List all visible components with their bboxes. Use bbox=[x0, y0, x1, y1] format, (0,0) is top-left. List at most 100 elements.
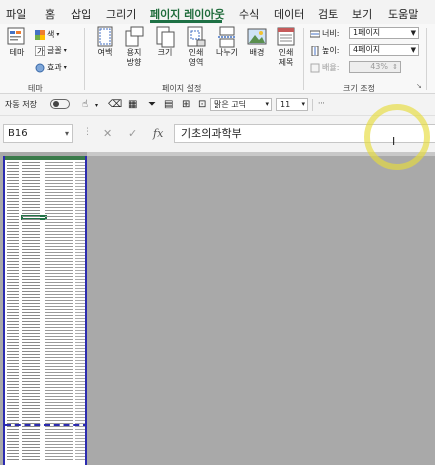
sheet-cell bbox=[22, 255, 40, 256]
sheet-cell bbox=[45, 246, 73, 247]
sheet-cell bbox=[45, 186, 73, 187]
sheet-cell bbox=[7, 381, 19, 382]
sheet-cell bbox=[75, 246, 85, 247]
width-select[interactable]: 1페이지 ▼ bbox=[349, 27, 419, 39]
freeze-icon[interactable]: ⊞ bbox=[182, 99, 190, 110]
sheet-cell bbox=[22, 402, 40, 403]
font-size-select[interactable]: 11 ▾ bbox=[276, 98, 308, 111]
sheet-cell bbox=[7, 363, 19, 364]
autosave-toggle[interactable] bbox=[50, 99, 70, 109]
sheet-row bbox=[5, 453, 85, 455]
sheet-cell bbox=[45, 372, 73, 373]
dialog-launcher-icon[interactable]: ↘ bbox=[416, 82, 422, 90]
sheet-row bbox=[5, 204, 85, 206]
insert-function-icon[interactable]: fx bbox=[153, 127, 163, 140]
sheet-cell bbox=[75, 231, 85, 232]
margins-label: 여백 bbox=[97, 48, 113, 57]
customize-qat-icon[interactable]: ⋯ bbox=[318, 99, 325, 107]
sheet-cell bbox=[45, 234, 73, 235]
sheet-cell bbox=[22, 180, 40, 181]
sheet-cell bbox=[7, 351, 19, 352]
size-button[interactable]: 크기 bbox=[150, 26, 180, 58]
colors-button[interactable]: 색 ▾ bbox=[35, 29, 59, 40]
orientation-button[interactable]: 용지 방향 bbox=[119, 26, 149, 68]
sheet-row bbox=[5, 243, 85, 245]
sheet-cell bbox=[75, 168, 85, 169]
effects-button[interactable]: 효과 ▾ bbox=[35, 62, 67, 73]
table-icon[interactable]: ▤ bbox=[164, 99, 173, 110]
chevron-down-icon: ▾ bbox=[301, 100, 305, 108]
sheet-cell bbox=[45, 165, 73, 166]
sheet-cell bbox=[75, 249, 85, 250]
sheet-cell bbox=[45, 168, 73, 169]
sheet-cell bbox=[45, 339, 73, 340]
sheet-cell bbox=[7, 201, 19, 202]
print-area-icon bbox=[185, 26, 207, 48]
text-wrap-icon[interactable]: ⊡ bbox=[198, 99, 206, 110]
sheet-row bbox=[5, 411, 85, 413]
sheet-cell bbox=[7, 423, 19, 424]
sheet-cell bbox=[22, 210, 40, 211]
print-area-button[interactable]: 인쇄 영역 bbox=[181, 26, 211, 68]
sheet-cell bbox=[45, 396, 73, 397]
grid-icon[interactable]: ▦ bbox=[128, 99, 137, 110]
sheet-row bbox=[5, 447, 85, 449]
print-titles-button[interactable]: 인쇄 제목 bbox=[271, 26, 301, 68]
clear-format-icon[interactable]: ⌫ bbox=[108, 99, 122, 110]
margins-button[interactable]: 여백 bbox=[90, 26, 120, 58]
sheet-cell bbox=[45, 357, 73, 358]
sheet-cell bbox=[75, 186, 85, 187]
sheet-cell bbox=[75, 363, 85, 364]
sheet-cell bbox=[45, 417, 73, 418]
sheet-cell bbox=[45, 303, 73, 304]
sheet-cell bbox=[22, 336, 40, 337]
sheet-cell bbox=[45, 213, 73, 214]
sheet-cell bbox=[75, 204, 85, 205]
sheet-cell bbox=[22, 261, 40, 262]
sheet-cell bbox=[7, 312, 19, 313]
sheet-row bbox=[5, 219, 85, 221]
sheet-cell bbox=[75, 321, 85, 322]
sheet-cell bbox=[22, 201, 40, 202]
sheet-cell bbox=[7, 294, 19, 295]
sheet-cell bbox=[22, 351, 40, 352]
breaks-button[interactable]: 나누기 bbox=[212, 26, 242, 58]
touch-mode-icon[interactable]: ☝ bbox=[82, 99, 88, 110]
sheet-cell bbox=[75, 219, 85, 220]
cancel-icon[interactable]: ✕ bbox=[103, 127, 112, 140]
sheet-row bbox=[5, 165, 85, 167]
sheet-cell bbox=[75, 327, 85, 328]
height-select[interactable]: 4페이지 ▼ bbox=[349, 44, 419, 56]
sheet-row bbox=[5, 216, 85, 218]
sheet-cell bbox=[22, 426, 40, 427]
sheet-row bbox=[5, 333, 85, 335]
sheet-cell bbox=[7, 279, 19, 280]
print-page-preview[interactable] bbox=[3, 156, 87, 465]
sheet-cell bbox=[45, 321, 73, 322]
enter-icon[interactable]: ✓ bbox=[128, 127, 137, 140]
font-name-select[interactable]: 맑은 고딕 ▾ bbox=[210, 98, 272, 111]
sheet-cell bbox=[7, 378, 19, 379]
sheet-row bbox=[5, 246, 85, 248]
sheet-cell bbox=[75, 192, 85, 193]
name-box[interactable]: B16 ▾ bbox=[3, 124, 73, 143]
sheet-cell bbox=[7, 285, 19, 286]
sheet-cell bbox=[7, 435, 19, 436]
sheet-cell bbox=[45, 309, 73, 310]
name-box-value: B16 bbox=[8, 128, 28, 139]
colors-label: 색 bbox=[47, 30, 55, 39]
themes-button[interactable]: 테마 bbox=[2, 26, 32, 58]
chevron-down-icon[interactable]: ▾ bbox=[95, 102, 98, 109]
sheet-row bbox=[5, 222, 85, 224]
sheet-cell bbox=[22, 213, 40, 214]
more-options-icon[interactable]: ⋮ bbox=[83, 127, 92, 137]
filter-icon[interactable]: ⏷ bbox=[148, 99, 156, 110]
fonts-button[interactable]: 가 글꼴 ▾ bbox=[34, 45, 67, 56]
sheet-row bbox=[5, 348, 85, 350]
sheet-cell bbox=[22, 459, 40, 460]
sheet-row bbox=[5, 297, 85, 299]
sheet-cell bbox=[7, 348, 19, 349]
sheet-cell bbox=[22, 399, 40, 400]
sheet-row bbox=[5, 438, 85, 440]
background-button[interactable]: 배경 bbox=[242, 26, 272, 58]
